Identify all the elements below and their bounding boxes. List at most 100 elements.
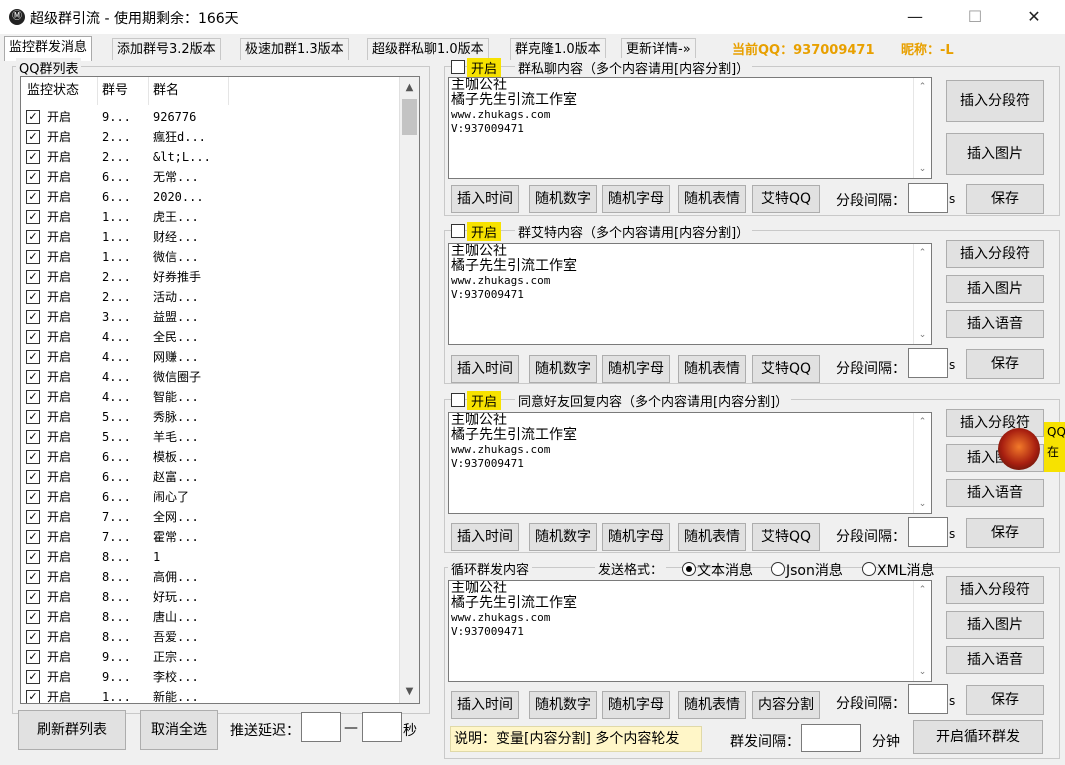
list-scrollbar[interactable]: ▲ ▼ (399, 77, 419, 703)
at-qq-button[interactable]: 艾特QQ (752, 523, 820, 551)
table-row[interactable]: ✓ 开启 9... 李校... (21, 667, 399, 687)
format-xml-radio[interactable] (862, 562, 876, 576)
row-monitor-checkbox[interactable]: ✓ (26, 270, 40, 284)
tab-group-clone[interactable]: 群克隆1.0版本 (510, 38, 606, 60)
insert-time-button[interactable]: 插入时间 (451, 523, 519, 551)
tab-add-group[interactable]: 添加群号3.2版本 (112, 38, 221, 60)
row-monitor-checkbox[interactable]: ✓ (26, 350, 40, 364)
save-button[interactable]: 保存 (966, 685, 1044, 715)
insert-image-button[interactable]: 插入图片 (946, 133, 1044, 175)
avatar-float[interactable] (998, 428, 1040, 470)
header-group-id[interactable]: 群号 (102, 77, 128, 105)
save-button[interactable]: 保存 (966, 349, 1044, 379)
loop-content-textarea[interactable]: 主咖公社 橘子先生引流工作室 www.zhukags.com V:9370094… (448, 580, 932, 682)
table-row[interactable]: ✓ 开启 7... 霍常... (21, 527, 399, 547)
insert-time-button[interactable]: 插入时间 (451, 185, 519, 213)
table-row[interactable]: ✓ 开启 8... 唐山... (21, 607, 399, 627)
table-row[interactable]: ✓ 开启 3... 益盟... (21, 307, 399, 327)
random-letter-button[interactable]: 随机字母 (602, 185, 670, 213)
row-monitor-checkbox[interactable]: ✓ (26, 470, 40, 484)
row-monitor-checkbox[interactable]: ✓ (26, 690, 40, 703)
random-number-button[interactable]: 随机数字 (529, 523, 597, 551)
random-number-button[interactable]: 随机数字 (529, 355, 597, 383)
row-monitor-checkbox[interactable]: ✓ (26, 150, 40, 164)
insert-separator-button[interactable]: 插入分段符 (946, 240, 1044, 268)
row-monitor-checkbox[interactable]: ✓ (26, 210, 40, 224)
insert-separator-button[interactable]: 插入分段符 (946, 80, 1044, 122)
random-emoji-button[interactable]: 随机表情 (678, 185, 746, 213)
deselect-all-button[interactable]: 取消全选 (140, 710, 218, 750)
random-letter-button[interactable]: 随机字母 (602, 691, 670, 719)
row-monitor-checkbox[interactable]: ✓ (26, 130, 40, 144)
row-monitor-checkbox[interactable]: ✓ (26, 630, 40, 644)
table-row[interactable]: ✓ 开启 8... 吾爱... (21, 627, 399, 647)
row-monitor-checkbox[interactable]: ✓ (26, 170, 40, 184)
table-row[interactable]: ✓ 开启 9... 正宗... (21, 647, 399, 667)
insert-voice-button[interactable]: 插入语音 (946, 310, 1044, 338)
random-number-button[interactable]: 随机数字 (529, 691, 597, 719)
table-row[interactable]: ✓ 开启 1... 财经... (21, 227, 399, 247)
insert-time-button[interactable]: 插入时间 (451, 691, 519, 719)
table-row[interactable]: ✓ 开启 8... 好玩... (21, 587, 399, 607)
save-button[interactable]: 保存 (966, 184, 1044, 214)
table-row[interactable]: ✓ 开启 1... 虎王... (21, 207, 399, 227)
minimize-button[interactable]: — (892, 0, 938, 34)
table-row[interactable]: ✓ 开启 6... 闹心了 (21, 487, 399, 507)
table-row[interactable]: ✓ 开启 6... 赵富... (21, 467, 399, 487)
qq-online-float[interactable]: QQ在 (1044, 422, 1065, 472)
row-monitor-checkbox[interactable]: ✓ (26, 430, 40, 444)
row-monitor-checkbox[interactable]: ✓ (26, 530, 40, 544)
insert-time-button[interactable]: 插入时间 (451, 355, 519, 383)
table-row[interactable]: ✓ 开启 6... 2020... (21, 187, 399, 207)
row-monitor-checkbox[interactable]: ✓ (26, 330, 40, 344)
insert-image-button[interactable]: 插入图片 (946, 611, 1044, 639)
header-status[interactable]: 监控状态 (27, 77, 79, 105)
random-number-button[interactable]: 随机数字 (529, 185, 597, 213)
table-row[interactable]: ✓ 开启 9... 926776 (21, 107, 399, 127)
table-row[interactable]: ✓ 开启 4... 全民... (21, 327, 399, 347)
table-row[interactable]: ✓ 开启 1... 微信... (21, 247, 399, 267)
row-monitor-checkbox[interactable]: ✓ (26, 550, 40, 564)
push-delay-max-input[interactable] (362, 712, 402, 742)
header-group-name[interactable]: 群名 (153, 77, 179, 105)
insert-voice-button[interactable]: 插入语音 (946, 646, 1044, 674)
random-letter-button[interactable]: 随机字母 (602, 355, 670, 383)
row-monitor-checkbox[interactable]: ✓ (26, 610, 40, 624)
interval-input[interactable] (908, 183, 948, 213)
row-monitor-checkbox[interactable]: ✓ (26, 230, 40, 244)
tab-private-chat[interactable]: 超级群私聊1.0版本 (367, 38, 489, 60)
row-monitor-checkbox[interactable]: ✓ (26, 590, 40, 604)
group-interval-input[interactable] (801, 724, 861, 752)
table-row[interactable]: ✓ 开启 7... 全网... (21, 507, 399, 527)
table-row[interactable]: ✓ 开启 5... 羊毛... (21, 427, 399, 447)
random-emoji-button[interactable]: 随机表情 (678, 691, 746, 719)
random-emoji-button[interactable]: 随机表情 (678, 355, 746, 383)
interval-input[interactable] (908, 684, 948, 714)
random-emoji-button[interactable]: 随机表情 (678, 523, 746, 551)
table-row[interactable]: ✓ 开启 6... 模板... (21, 447, 399, 467)
friend-enable-checkbox[interactable] (451, 393, 465, 407)
push-delay-min-input[interactable] (301, 712, 341, 742)
row-monitor-checkbox[interactable]: ✓ (26, 290, 40, 304)
at-enable-checkbox[interactable] (451, 224, 465, 238)
table-row[interactable]: ✓ 开启 4... 网赚... (21, 347, 399, 367)
interval-input[interactable] (908, 348, 948, 378)
private-content-textarea[interactable]: 主咖公社 橘子先生引流工作室 www.zhukags.com V:9370094… (448, 77, 932, 179)
content-split-button[interactable]: 内容分割 (752, 691, 820, 719)
table-row[interactable]: ✓ 开启 4... 智能... (21, 387, 399, 407)
row-monitor-checkbox[interactable]: ✓ (26, 310, 40, 324)
table-row[interactable]: ✓ 开启 8... 1 (21, 547, 399, 567)
friend-reply-textarea[interactable]: 主咖公社 橘子先生引流工作室 www.zhukags.com V:9370094… (448, 412, 932, 514)
interval-input[interactable] (908, 517, 948, 547)
row-monitor-checkbox[interactable]: ✓ (26, 650, 40, 664)
save-button[interactable]: 保存 (966, 518, 1044, 548)
qq-group-list[interactable]: 监控状态 群号 群名 ✓ 开启 9... 926776 ✓ 开启 2... 瘋狂d... ✓ 开启… (20, 76, 420, 704)
insert-image-button[interactable]: 插入图片 (946, 275, 1044, 303)
row-monitor-checkbox[interactable]: ✓ (26, 670, 40, 684)
scroll-up-icon[interactable]: ▲ (400, 79, 419, 97)
row-monitor-checkbox[interactable]: ✓ (26, 410, 40, 424)
row-monitor-checkbox[interactable]: ✓ (26, 390, 40, 404)
at-qq-button[interactable]: 艾特QQ (752, 355, 820, 383)
table-row[interactable]: ✓ 开启 2... &lt;L... (21, 147, 399, 167)
table-row[interactable]: ✓ 开启 6... 无常... (21, 167, 399, 187)
